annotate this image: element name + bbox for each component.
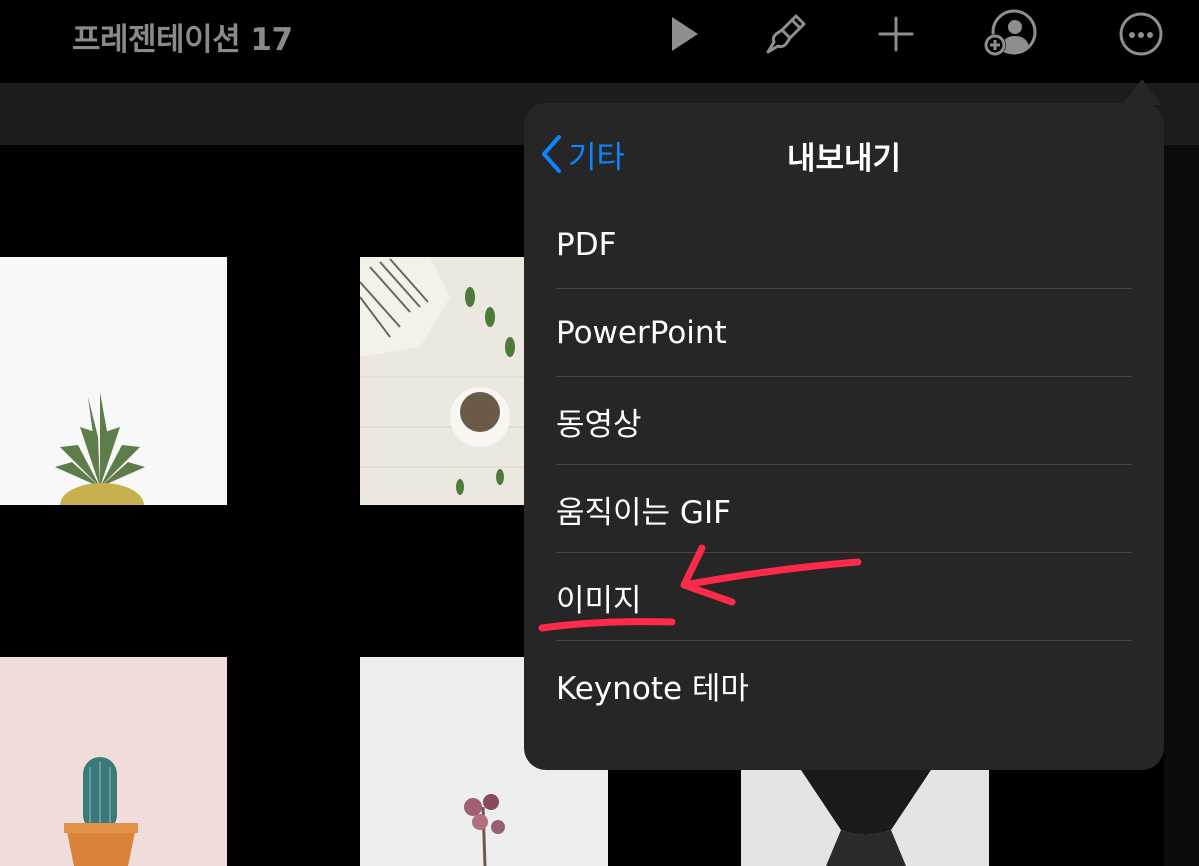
toolbar: 프레젠테이션 17 [0, 0, 1199, 82]
edge-strip [1164, 145, 1199, 866]
menu-item-label: PDF [556, 227, 617, 263]
menu-item-label: PowerPoint [556, 315, 727, 351]
menu-item-pdf[interactable]: PDF [556, 201, 1132, 289]
add-button[interactable] [868, 8, 924, 60]
menu-item-label: Keynote 테마 [556, 670, 749, 707]
menu-item-label: 움직이는 GIF [556, 494, 731, 531]
menu-item-label: 동영상 [556, 406, 642, 443]
pineapple-photo [0, 257, 227, 505]
keynote-window: 프레젠테이션 17 기타 내보내기 PDF PowerPoint 동영상 움직이… [0, 0, 1199, 866]
popover-title: 내보내기 [786, 141, 902, 177]
collaborate-button[interactable] [982, 8, 1038, 60]
more-button[interactable] [1113, 8, 1169, 60]
more-icon [1119, 12, 1163, 56]
document-title[interactable]: 프레젠테이션 17 [72, 14, 293, 59]
play-button[interactable] [654, 8, 710, 60]
menu-item-movie[interactable]: 동영상 [556, 377, 1132, 465]
export-popover: 기타 내보내기 PDF PowerPoint 동영상 움직이는 GIF 이미지 … [524, 103, 1164, 770]
slide-thumbnail-pineapple[interactable] [0, 257, 227, 505]
popover-arrow [1122, 79, 1162, 105]
slide-thumbnail-herbs[interactable] [360, 257, 524, 505]
menu-item-keynote-theme[interactable]: Keynote 테마 [556, 641, 1132, 729]
slide-thumbnail-tulle[interactable] [741, 770, 989, 866]
format-button[interactable] [758, 8, 814, 60]
menu-item-animated-gif[interactable]: 움직이는 GIF [556, 465, 1132, 553]
menu-item-label: 이미지 [556, 582, 642, 619]
menu-item-powerpoint[interactable]: PowerPoint [556, 289, 1132, 377]
black-tulle-photo [741, 770, 989, 866]
collaborate-icon [984, 9, 1037, 56]
add-icon [878, 16, 914, 52]
format-brush-icon [766, 14, 806, 54]
cactus-photo [0, 657, 227, 866]
play-icon [672, 17, 698, 51]
menu-item-images[interactable]: 이미지 [556, 553, 1132, 641]
slide-thumbnail-cactus[interactable] [0, 657, 227, 866]
popover-header: 기타 내보내기 [524, 103, 1164, 203]
herbs-bowl-photo [360, 257, 524, 505]
